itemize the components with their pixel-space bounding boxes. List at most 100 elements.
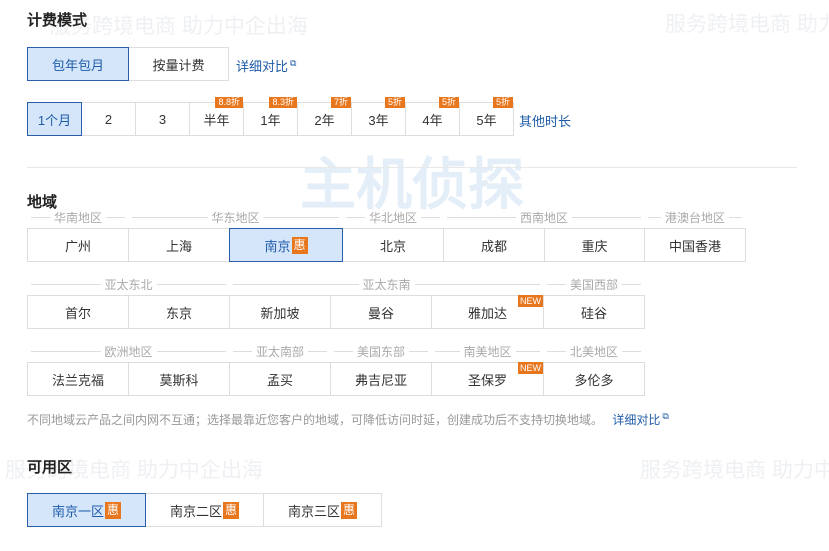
region-option[interactable]: 弗吉尼亚 [330, 362, 432, 396]
region-option[interactable]: 东京 [128, 295, 230, 329]
region-label: 雅加达 [467, 305, 507, 321]
region-note-text: 不同地域云产品之间内网不互通；选择最靠近您客户的地域，可降低访问时延，创建成功后… [27, 413, 604, 427]
discount-badge: 惠 [341, 501, 358, 519]
billing-compare-link[interactable]: 详细对比 ⧉ [236, 56, 296, 75]
region-option[interactable]: 重庆 [544, 228, 645, 262]
duration-option[interactable]: 3 [135, 102, 190, 136]
billing-option-pay-as-you-go[interactable]: 按量计费 [128, 47, 229, 81]
duration-label: 5年 [476, 112, 497, 128]
region-group-label: 华东地区 [128, 210, 343, 225]
region-label: 北京 [379, 238, 406, 254]
zone-label: 南京二区 [169, 503, 222, 519]
region-group-name: 亚太东南 [362, 277, 411, 292]
region-group-name: 亚太南部 [256, 344, 305, 359]
billing-option-monthly[interactable]: 包年包月 [27, 47, 129, 81]
duration-label: 半年 [203, 112, 230, 128]
duration-label: 1年 [260, 112, 281, 128]
duration-option[interactable]: 1个月 [27, 102, 82, 136]
duration-option[interactable]: 2 [81, 102, 136, 136]
region-group-name: 港澳台地区 [665, 210, 726, 225]
region-label: 上海 [165, 238, 192, 254]
region-group-name: 华南地区 [54, 210, 103, 225]
zone-option[interactable]: 南京三区惠 [263, 493, 382, 527]
zone-title: 可用区 [27, 459, 73, 476]
region-group-label: 港澳台地区 [644, 210, 746, 225]
region-group-name: 欧洲地区 [104, 344, 153, 359]
region-option[interactable]: 法兰克福 [27, 362, 129, 396]
region-label: 南京 [264, 238, 291, 254]
duration-label: 1个月 [37, 112, 72, 128]
region-label: 圣保罗 [467, 372, 507, 388]
region-group-name: 美国东部 [357, 344, 406, 359]
region-group-label: 华北地区 [342, 210, 444, 225]
region-label: 广州 [64, 238, 91, 254]
discount-badge: 惠 [291, 236, 308, 254]
region-option[interactable]: 南京惠 [229, 228, 343, 262]
duration-label: 4年 [422, 112, 443, 128]
region-option[interactable]: 北京 [342, 228, 444, 262]
external-link-icon: ⧉ [662, 411, 669, 421]
region-row: 广州 上海 南京惠 北京 成都 重庆 中国香港 [27, 228, 746, 262]
region-option[interactable]: 莫斯科 [128, 362, 230, 396]
duration-option[interactable]: 半年 8.8折 [189, 97, 244, 136]
region-label: 东京 [165, 305, 192, 321]
region-group-label: 欧洲地区 [27, 344, 230, 359]
region-option[interactable]: 首尔 [27, 295, 129, 329]
duration-option[interactable]: 4年 5折 [405, 97, 460, 136]
region-group-name: 美国西部 [570, 277, 619, 292]
region-title: 地域 [27, 194, 58, 211]
region-label: 中国香港 [668, 238, 721, 254]
discount-badge: 5折 [384, 97, 405, 108]
watermark-slogan: 服务跨境电商 助力中企出海 [665, 13, 829, 36]
region-group-name: 北美地区 [570, 344, 619, 359]
duration-option[interactable]: 3年 5折 [351, 97, 406, 136]
discount-badge: 惠 [223, 501, 240, 519]
region-group-label: 北美地区 [543, 344, 645, 359]
region-label: 弗吉尼亚 [354, 372, 407, 388]
region-label: 成都 [480, 238, 507, 254]
discount-badge: 7折 [330, 97, 351, 108]
region-label: 孟买 [266, 372, 293, 388]
region-label: 新加坡 [260, 305, 300, 321]
region-label: 重庆 [581, 238, 608, 254]
watermark-slogan: 服务跨境电商 助力中企出海 [640, 459, 829, 482]
region-label: 法兰克福 [51, 372, 104, 388]
region-option[interactable]: 多伦多 [543, 362, 645, 396]
region-group-name: 南美地区 [463, 344, 512, 359]
region-option[interactable]: 广州 [27, 228, 129, 262]
region-label: 首尔 [64, 305, 91, 321]
region-option[interactable]: 新加坡 [229, 295, 331, 329]
region-option[interactable]: 成都 [443, 228, 545, 262]
region-group-name: 华北地区 [369, 210, 418, 225]
region-label: 硅谷 [580, 305, 607, 321]
region-group-label: 华南地区 [27, 210, 129, 225]
zone-label: 南京三区 [287, 503, 340, 519]
duration-option[interactable]: 1年 8.3折 [243, 97, 298, 136]
region-group-name: 西南地区 [520, 210, 569, 225]
duration-label: 3 [158, 111, 167, 127]
discount-badge: 惠 [105, 501, 122, 519]
region-option[interactable]: 中国香港 [644, 228, 746, 262]
region-option[interactable]: 硅谷 [543, 295, 645, 329]
zone-label: 南京一区 [51, 503, 104, 519]
compare-link-label: 详细对比 [236, 59, 289, 74]
region-group-label: 南美地区 [431, 344, 544, 359]
region-option[interactable]: 上海 [128, 228, 230, 262]
zone-option[interactable]: 南京二区惠 [145, 493, 264, 527]
region-option[interactable]: 曼谷 [330, 295, 432, 329]
billing-title: 计费模式 [27, 12, 88, 29]
duration-label: 3年 [368, 112, 389, 128]
region-option[interactable]: 圣保罗 NEW [431, 362, 544, 396]
duration-label: 2 [104, 111, 113, 127]
other-duration-link[interactable]: 其他时长 [519, 111, 571, 130]
region-group-name: 华东地区 [211, 210, 260, 225]
region-compare-link[interactable]: 详细对比 ⧉ [612, 411, 669, 427]
duration-option[interactable]: 5年 5折 [459, 97, 514, 136]
region-option[interactable]: 孟买 [229, 362, 331, 396]
region-option[interactable]: 雅加达 NEW [431, 295, 544, 329]
region-label: 莫斯科 [159, 372, 199, 388]
duration-option[interactable]: 2年 7折 [297, 97, 352, 136]
zone-selector: 南京一区惠南京二区惠南京三区惠 [27, 493, 382, 527]
discount-badge: 5折 [492, 97, 513, 108]
zone-option[interactable]: 南京一区惠 [27, 493, 146, 527]
